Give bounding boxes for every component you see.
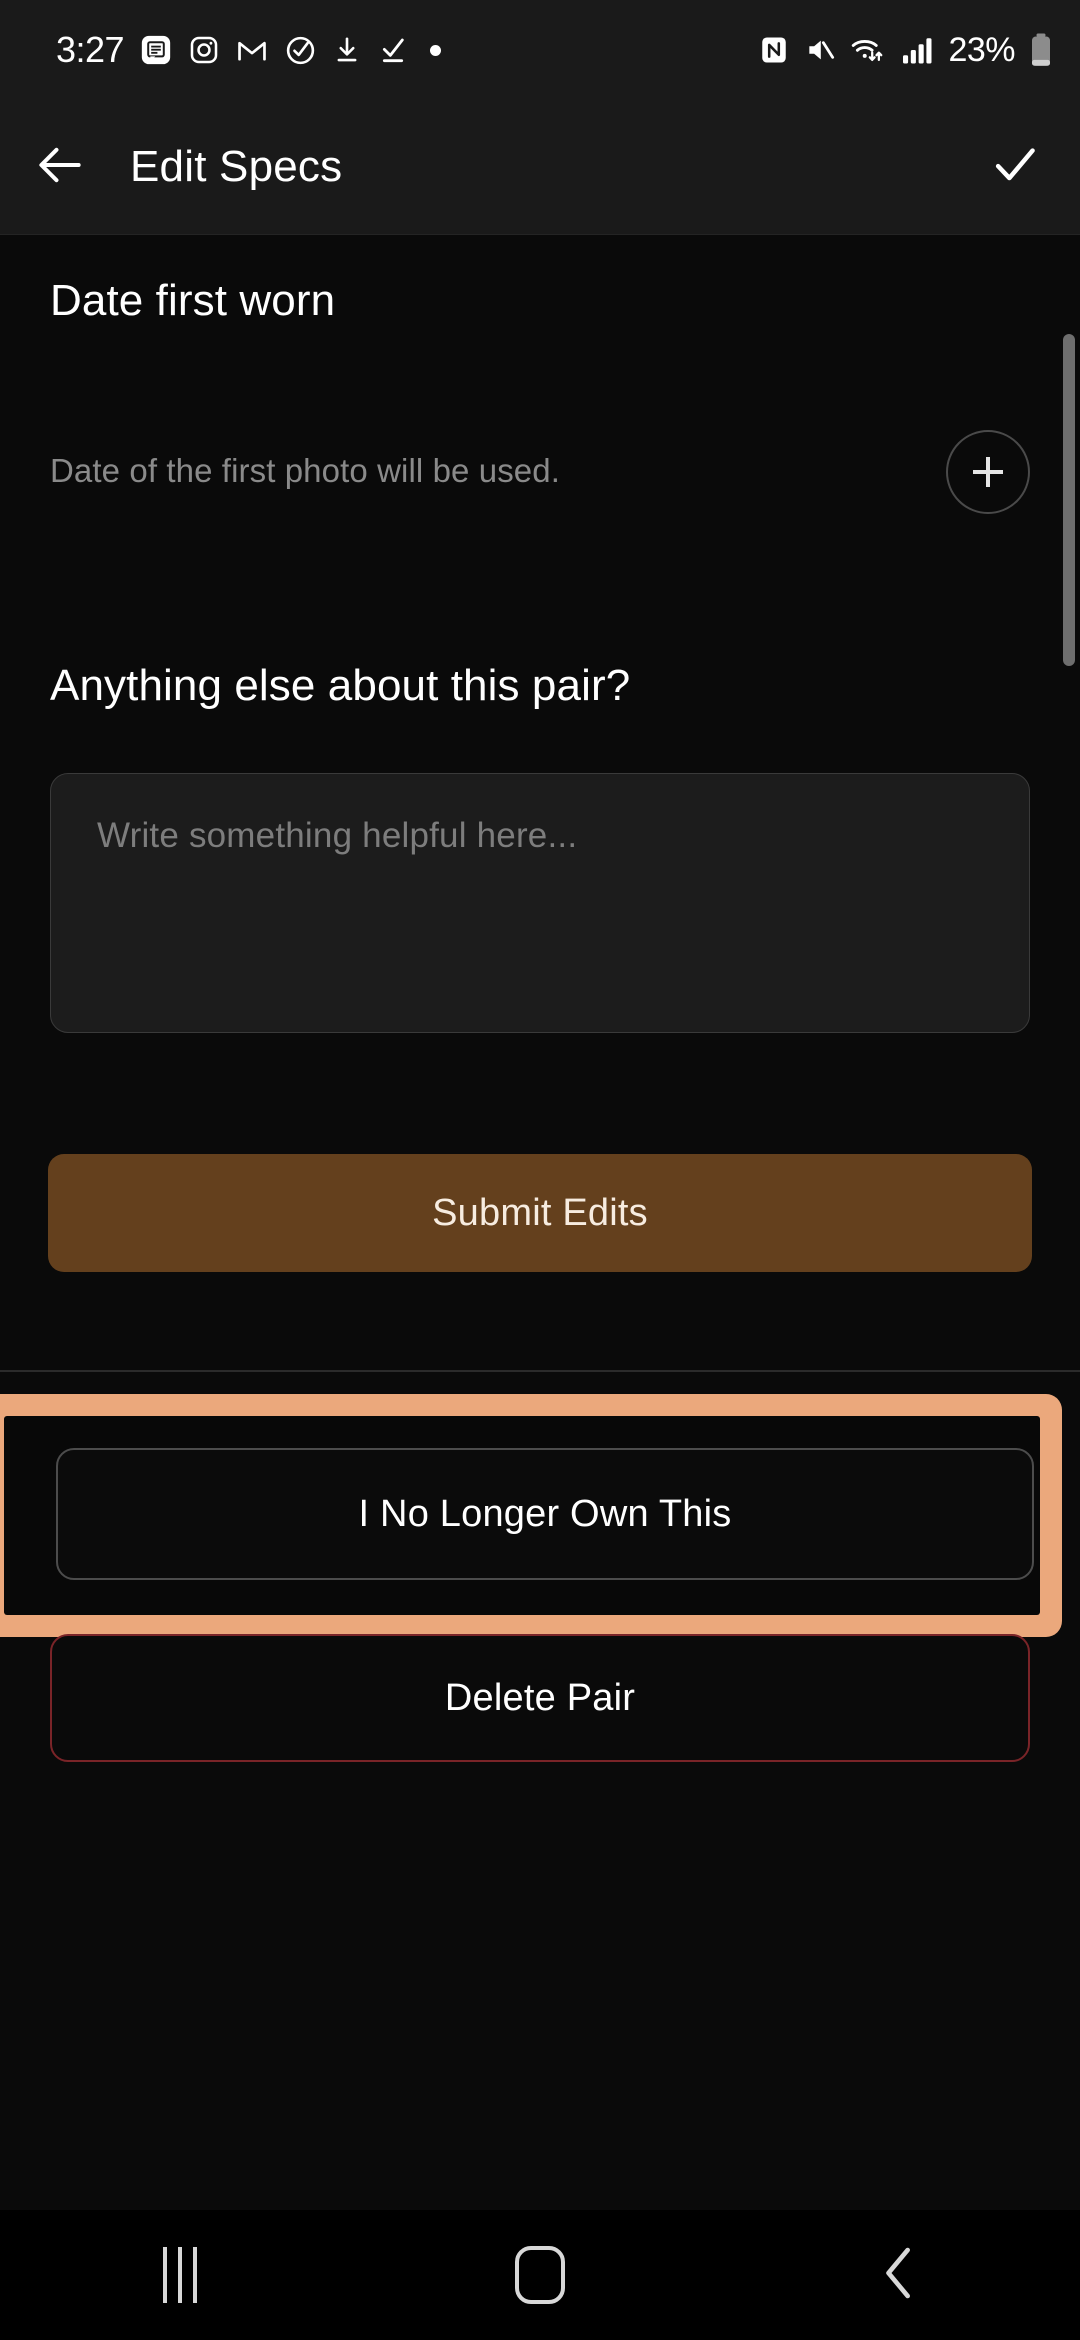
delete-pair-label: Delete Pair xyxy=(444,1676,636,1719)
no-longer-own-button[interactable]: I No Longer Own This xyxy=(56,1448,1034,1580)
dot-icon xyxy=(430,44,442,56)
instagram-icon xyxy=(188,34,220,66)
wifi-icon xyxy=(850,34,888,66)
nfc-icon xyxy=(758,34,790,66)
highlight-annotation: I No Longer Own This xyxy=(0,1394,1062,1637)
battery-low-icon xyxy=(1028,32,1054,68)
page-title: Edit Specs xyxy=(130,142,343,191)
back-arrow-icon xyxy=(32,137,88,198)
nav-back-icon xyxy=(877,2244,923,2307)
status-bar-right: 23% xyxy=(758,31,1054,70)
scroll-content[interactable]: Date first worn Date of the first photo … xyxy=(0,236,1080,2050)
notes-placeholder: Write something helpful here... xyxy=(97,816,578,855)
recents-button[interactable] xyxy=(80,2210,280,2340)
submit-edits-button[interactable]: Submit Edits xyxy=(48,1154,1032,1272)
date-hint-label: Date of the first photo will be used. xyxy=(50,452,560,489)
home-button[interactable] xyxy=(440,2210,640,2340)
back-button[interactable] xyxy=(0,100,120,235)
message-icon xyxy=(139,33,173,67)
highlight-inner-area: I No Longer Own This xyxy=(4,1416,1040,1615)
add-date-button[interactable] xyxy=(946,430,1030,514)
status-bar: 3:27 23% xyxy=(0,0,1080,100)
battery-percent-label: 23% xyxy=(948,30,1015,69)
plus-icon xyxy=(973,457,1003,487)
status-bar-left: 3:27 xyxy=(56,29,442,70)
status-bar-clock: 3:27 xyxy=(56,29,125,70)
date-section-title: Date first worn xyxy=(50,276,336,325)
delete-pair-button[interactable]: Delete Pair xyxy=(50,1634,1030,1762)
date-first-worn-section: Date first worn Date of the first photo … xyxy=(0,276,1080,514)
notes-input[interactable]: Write something helpful here... xyxy=(50,773,1030,1033)
vertical-scrollbar-thumb[interactable] xyxy=(1063,334,1075,666)
gmail-icon xyxy=(235,33,269,67)
signal-icon xyxy=(901,35,935,65)
date-row: Date of the first photo will be used. xyxy=(0,416,1080,526)
system-navigation-bar xyxy=(0,2210,1080,2340)
nav-back-button[interactable] xyxy=(800,2210,1000,2340)
section-divider xyxy=(0,1370,1080,1372)
home-icon xyxy=(515,2246,565,2304)
check-circle-icon xyxy=(284,34,317,67)
submit-edits-label: Submit Edits xyxy=(432,1191,648,1234)
mute-icon xyxy=(803,34,837,66)
no-longer-own-label: I No Longer Own This xyxy=(358,1492,732,1535)
app-bar: Edit Specs xyxy=(0,100,1080,235)
confirm-button[interactable] xyxy=(950,100,1080,235)
task-complete-icon xyxy=(377,34,409,66)
checkmark-icon xyxy=(988,138,1042,197)
download-icon xyxy=(332,34,362,66)
notes-section: Anything else about this pair? Write som… xyxy=(0,661,1080,1033)
recents-icon xyxy=(163,2247,197,2303)
notes-section-title: Anything else about this pair? xyxy=(50,661,631,710)
